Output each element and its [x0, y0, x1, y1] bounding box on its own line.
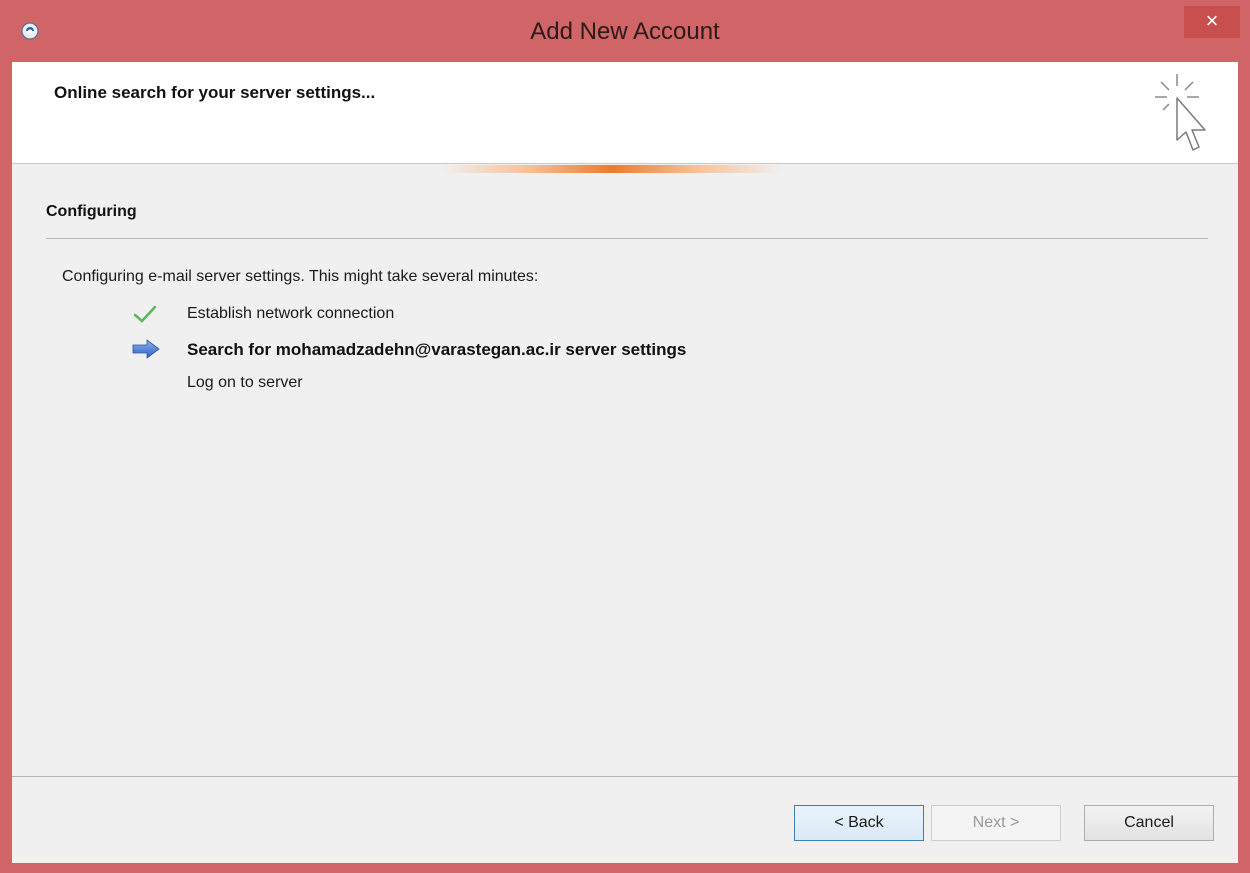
- back-button[interactable]: < Back: [794, 805, 924, 841]
- progress-indicator: [442, 165, 782, 173]
- intro-text: Configuring e-mail server settings. This…: [62, 268, 539, 285]
- step-label: Log on to server: [187, 374, 303, 391]
- dialog-body: Online search for your server settings..…: [12, 62, 1238, 863]
- cancel-button[interactable]: Cancel: [1084, 805, 1214, 841]
- window-title: Add New Account: [530, 18, 720, 45]
- arrow-right-icon: [132, 339, 160, 359]
- close-icon: ×: [1205, 8, 1219, 33]
- next-button[interactable]: Next >: [931, 805, 1061, 841]
- close-button[interactable]: ×: [1184, 6, 1240, 38]
- step-item: Search for mohamadzadehn@varastegan.ac.i…: [132, 338, 1032, 364]
- step-label: Establish network connection: [187, 305, 395, 322]
- step-item: Log on to server: [132, 372, 1032, 398]
- header-title: Online search for your server settings..…: [54, 83, 376, 102]
- footer-divider: [12, 776, 1238, 777]
- section-divider: [46, 238, 1208, 239]
- title-bar[interactable]: Add New Account ×: [0, 0, 1250, 62]
- step-label: Search for mohamadzadehn@varastegan.ac.i…: [187, 340, 687, 359]
- checkmark-icon: [133, 305, 157, 323]
- wizard-header: Online search for your server settings..…: [12, 62, 1238, 164]
- add-account-window: Add New Account × Online search for your…: [0, 0, 1250, 873]
- section-title: Configuring: [46, 203, 137, 220]
- step-item: Establish network connection: [132, 303, 1032, 329]
- cursor-click-icon: [1155, 74, 1206, 151]
